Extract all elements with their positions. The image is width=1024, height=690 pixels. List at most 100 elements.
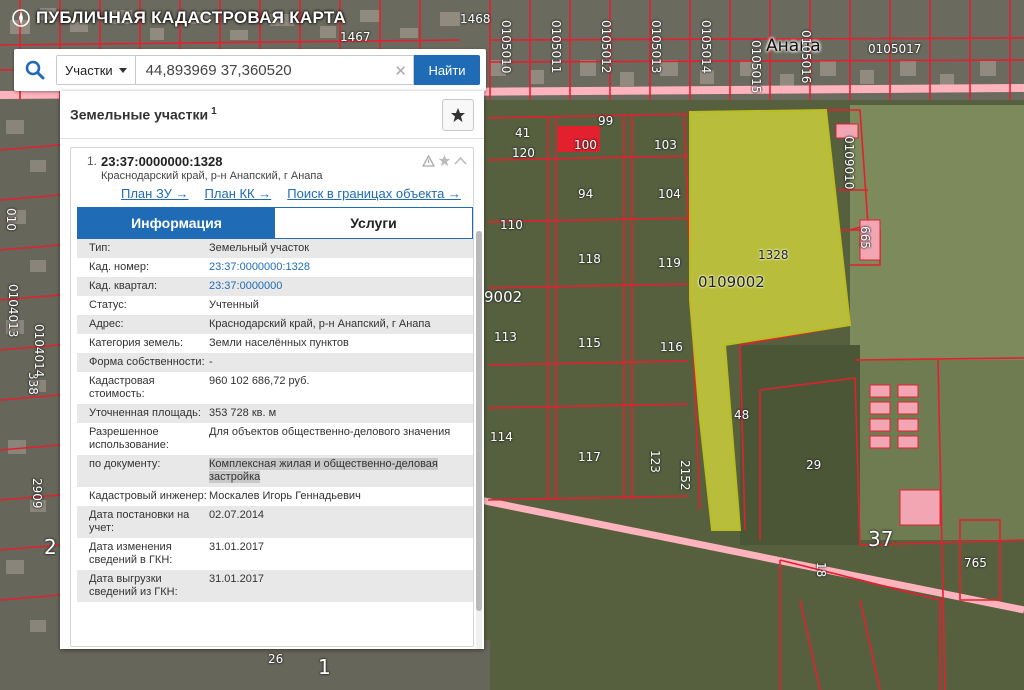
star-icon — [451, 107, 465, 122]
parcel-label: 2 — [44, 535, 57, 559]
results-count: 1 — [211, 106, 217, 118]
info-value: 353 728 кв. м — [209, 407, 277, 419]
result-tools — [422, 154, 469, 167]
info-row: Категория земель: Земли населённых пункто… — [77, 334, 473, 353]
info-key: Дата постановки на учет: — [89, 509, 190, 534]
info-row: Кад. номер: 23:37:0000000:1328 — [77, 258, 473, 277]
search-type-label: Участки — [65, 62, 113, 78]
info-key: Дата изменения сведений в ГКН: — [89, 541, 173, 566]
info-key: Дата выгрузки сведений из ГКН: — [89, 573, 178, 598]
parcel-label: 100 — [574, 138, 597, 152]
panel-scrollbar[interactable] — [476, 231, 482, 649]
parcel-label: 103 — [654, 138, 677, 152]
parcel-label: 665 — [858, 226, 872, 249]
info-row: Тип: Земельный участок — [77, 239, 473, 258]
plan-zu-link[interactable]: План ЗУ → — [121, 186, 189, 201]
scrollbar-thumb[interactable] — [476, 231, 482, 611]
panel-title-text: Земельные участки — [70, 106, 209, 123]
quarter-label: 0105017 — [868, 42, 922, 56]
chevron-up-icon[interactable] — [454, 156, 467, 166]
parcel-label: 2909 — [30, 478, 44, 509]
tab-services[interactable]: Услуги — [275, 208, 472, 238]
search-icon[interactable] — [14, 49, 56, 91]
info-key: по документу: — [89, 458, 161, 470]
search-input[interactable] — [145, 61, 366, 79]
parcel-label: 1468 — [460, 12, 491, 26]
info-row: Кад. квартал: 23:37:0000000 — [77, 277, 473, 296]
parcel-label: 120 — [512, 146, 535, 160]
info-key: Категория земель: — [89, 337, 184, 349]
result-address: Краснодарский край, р-н Анапский, г Анап… — [101, 170, 323, 182]
parcel-label: 104 — [658, 187, 681, 201]
result-tabs: Информация Услуги — [77, 207, 473, 239]
search-bar: Участки ✕ Найти — [14, 49, 486, 91]
search-type-dropdown[interactable]: Участки — [56, 55, 136, 85]
info-value: Земли населённых пунктов — [209, 337, 349, 349]
info-key: Кадастровый инженер: — [89, 490, 207, 502]
info-value-highlight: Комплексная жилая и общественно-деловая … — [209, 458, 438, 483]
info-key: Разрешенное использование: — [89, 426, 169, 451]
info-key: Кад. номер: — [89, 261, 150, 273]
warning-icon[interactable] — [422, 154, 435, 167]
quarter-label: 37 — [868, 527, 894, 551]
info-key: Уточненная площадь: — [89, 407, 201, 419]
results-panel: Земельные участки 1 1. 23:37:0000000:1328… — [60, 91, 484, 649]
quarter-label: 0105016 — [799, 30, 813, 84]
info-row: Уточненная площадь: 353 728 кв. м — [77, 404, 473, 423]
parcel-label: 113 — [494, 330, 517, 344]
clear-icon[interactable]: ✕ — [394, 62, 407, 80]
search-in-bounds-link[interactable]: Поиск в границах объекта → — [287, 186, 461, 201]
star-icon[interactable] — [438, 154, 451, 167]
result-title-block: 23:37:0000000:1328 Краснодарский край, р… — [101, 154, 323, 182]
quarter-label: 0109002 — [698, 273, 765, 291]
info-row: Кадастровый инженер: Москалев Игорь Генна… — [77, 487, 473, 506]
plan-kk-link[interactable]: План КК → — [205, 186, 272, 201]
favorite-button[interactable] — [442, 98, 474, 131]
info-value: Москалев Игорь Геннадьевич — [209, 490, 361, 502]
quarter-label: 0105011 — [549, 20, 563, 74]
info-value: Комплексная жилая и общественно-деловая … — [209, 458, 473, 484]
quarter-label: 010 — [4, 208, 18, 231]
chevron-down-icon — [118, 67, 127, 73]
info-row: Форма собственности: - — [77, 353, 473, 372]
find-button[interactable]: Найти — [414, 55, 480, 85]
info-value: 31.01.2017 — [209, 573, 265, 585]
quarter-label: 0105013 — [649, 20, 663, 74]
parcel-label: 1467 — [340, 30, 371, 44]
parcel-label: 117 — [578, 450, 601, 464]
parcel-label: 41 — [515, 126, 531, 140]
panel-title: Земельные участки 1 — [70, 106, 217, 123]
info-value: Для объектов общественно-делового значен… — [209, 426, 451, 438]
info-row: Кадастровая стоимость: 960 102 686,72 руб… — [77, 372, 473, 404]
info-key: Тип: — [89, 242, 111, 254]
info-value: 02.07.2014 — [209, 509, 265, 521]
app-title-text: ПУБЛИЧНАЯ КАДАСТРОВАЯ КАРТА — [36, 8, 347, 27]
rosreestr-logo-icon — [12, 9, 30, 27]
parcel-label: 115 — [578, 336, 601, 350]
panel-header: Земельные участки 1 — [60, 91, 484, 139]
info-row: Дата выгрузки сведений из ГКН: 31.01.2017 — [77, 570, 473, 602]
info-row: Разрешенное использование: Для объектов о… — [77, 423, 473, 455]
info-row: Статус: Учтенный — [77, 296, 473, 315]
result-cad-number[interactable]: 23:37:0000000:1328 — [101, 154, 323, 169]
info-row: Дата изменения сведений в ГКН: 31.01.2017 — [77, 538, 473, 570]
quarter-label: 0105012 — [599, 20, 613, 74]
quarter-label: 0105015 — [749, 40, 763, 94]
quarter-label: 0104014 — [32, 324, 46, 378]
quarter-label: 0105014 — [699, 20, 713, 74]
result-card: 1. 23:37:0000000:1328 Краснодарский край… — [70, 147, 474, 647]
info-key: Кад. квартал: — [89, 280, 158, 292]
parcel-label: 110 — [500, 218, 523, 232]
info-value[interactable]: 23:37:0000000 — [209, 280, 473, 293]
info-row: Адрес: Краснодарский край, р-н Анапский, … — [77, 315, 473, 334]
parcel-label: 2152 — [678, 460, 692, 491]
info-value: 31.01.2017 — [209, 541, 265, 553]
parcel-label: 29 — [806, 458, 822, 472]
info-key: Статус: — [89, 299, 127, 311]
tab-information[interactable]: Информация — [78, 208, 275, 238]
result-links: План ЗУ → План КК → Поиск в границах объ… — [75, 182, 469, 201]
parcel-label: 18 — [814, 562, 828, 578]
selected-parcel-label: 1328 — [758, 248, 789, 262]
info-value[interactable]: 23:37:0000000:1328 — [209, 261, 473, 274]
parcel-label: 26 — [268, 652, 284, 666]
